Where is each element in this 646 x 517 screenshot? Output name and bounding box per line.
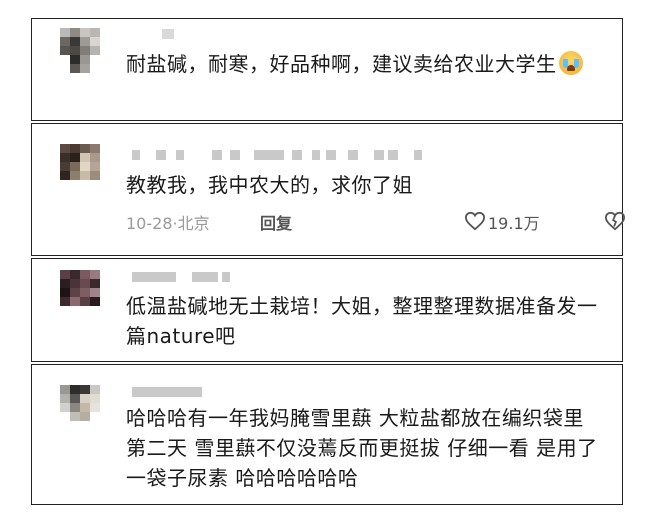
avatar[interactable] (60, 270, 110, 324)
broken-heart-icon[interactable] (604, 211, 626, 231)
avatar[interactable] (60, 28, 110, 82)
comment-meta: 10-28·北京 回复 19.1万 (126, 210, 626, 236)
comment-card: 教教我，我中农大的，求你了姐 10-28·北京 回复 19.1万 (31, 123, 626, 256)
comment-card: 耐盐碱，耐寒，好品种啊，建议卖给农业大学生 (31, 18, 623, 121)
comment-text: 低温盐碱地无土栽培！大姐，整理整理数据准备发一篇nature吧 (126, 294, 598, 348)
comment-text-content: 耐盐碱，耐寒，好品种啊，建议卖给农业大学生 (126, 52, 557, 76)
avatar[interactable] (60, 144, 110, 198)
heart-icon[interactable] (464, 211, 486, 231)
comment-date-location: 10-28·北京 (126, 214, 210, 233)
comment-text: 教教我，我中农大的，求你了姐 (126, 173, 413, 197)
avatar[interactable] (60, 385, 110, 439)
comment-card: 哈哈哈有一年我妈腌雪里蕻 大粒盐都放在编织袋里 第二天 雪里蕻不仅没蔫反而更挺拔… (31, 364, 623, 505)
comment-text: 哈哈哈有一年我妈腌雪里蕻 大粒盐都放在编织袋里 第二天 雪里蕻不仅没蔫反而更挺拔… (126, 406, 598, 490)
like-count: 19.1万 (488, 214, 540, 233)
comment-card: 低温盐碱地无土栽培！大姐，整理整理数据准备发一篇nature吧 (31, 258, 623, 362)
reply-button[interactable]: 回复 (260, 210, 292, 234)
crying-face-icon (558, 51, 583, 75)
comment-text: 耐盐碱，耐寒，好品种啊，建议卖给农业大学生 (126, 49, 608, 79)
